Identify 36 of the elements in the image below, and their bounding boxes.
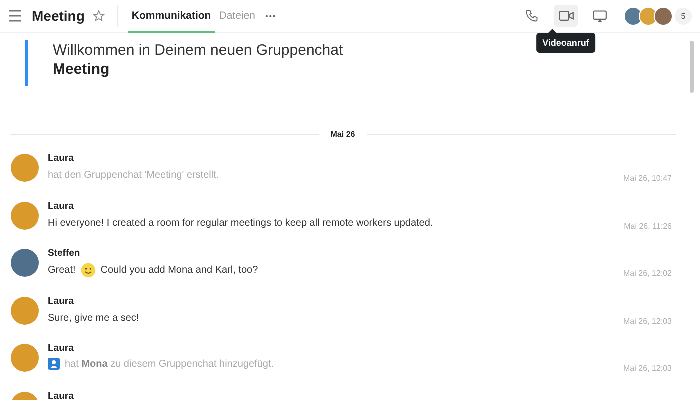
monitor-icon[interactable] (593, 10, 607, 22)
scrollbar[interactable] (690, 41, 694, 93)
timestamp: Mai 26, 12:03 (624, 364, 672, 373)
author-name: Laura (48, 390, 75, 400)
author-name: Laura (48, 296, 75, 306)
author-name: Steffen (48, 248, 82, 259)
date-label: Mai 26 (330, 130, 356, 139)
menu-icon[interactable] (6, 8, 24, 24)
timestamp: Mai 26, 12:02 (624, 269, 672, 278)
author-name: Laura (48, 153, 75, 164)
message-text: Great! (48, 265, 76, 276)
avatar[interactable] (11, 249, 39, 277)
tab[interactable]: Kommunikation (128, 0, 216, 32)
participant-avatar[interactable] (624, 6, 643, 26)
author-name: Laura (48, 343, 75, 354)
message-text: Could you add Mona and Karl, too? (100, 265, 258, 276)
more-button[interactable]: ••• (265, 12, 277, 20)
participant-count[interactable]: 5 (675, 8, 692, 24)
system-message: hat den Gruppenchat 'Meeting' erstellt. (48, 170, 220, 181)
author-name: Laura (48, 200, 75, 212)
welcome-text: Willkommen in Deinem neuen Gruppenchat (53, 42, 344, 59)
smiley-icon (80, 263, 96, 278)
message-text: Hi everyone! I created a room for regular meetings to keep all remote workers updated. (48, 218, 434, 228)
participant-avatar[interactable] (654, 6, 673, 26)
star-icon[interactable] (92, 10, 105, 22)
user-icon (48, 358, 60, 370)
timestamp: Mai 26, 11:26 (624, 222, 672, 230)
video-camera-icon[interactable] (558, 10, 574, 22)
video-call-button[interactable] (554, 5, 578, 27)
chat-name: Meeting (53, 61, 110, 78)
timestamp: Mai 26, 12:03 (624, 316, 672, 326)
chat-title: Meeting (32, 8, 85, 24)
phone-icon[interactable] (525, 9, 539, 23)
system-message: hat Mona zu diesem Gruppenchat hinzugefügt. (65, 358, 274, 370)
message-text: Sure, give me a sec! (48, 312, 140, 324)
timestamp: Mai 26, 10:47 (624, 174, 672, 183)
